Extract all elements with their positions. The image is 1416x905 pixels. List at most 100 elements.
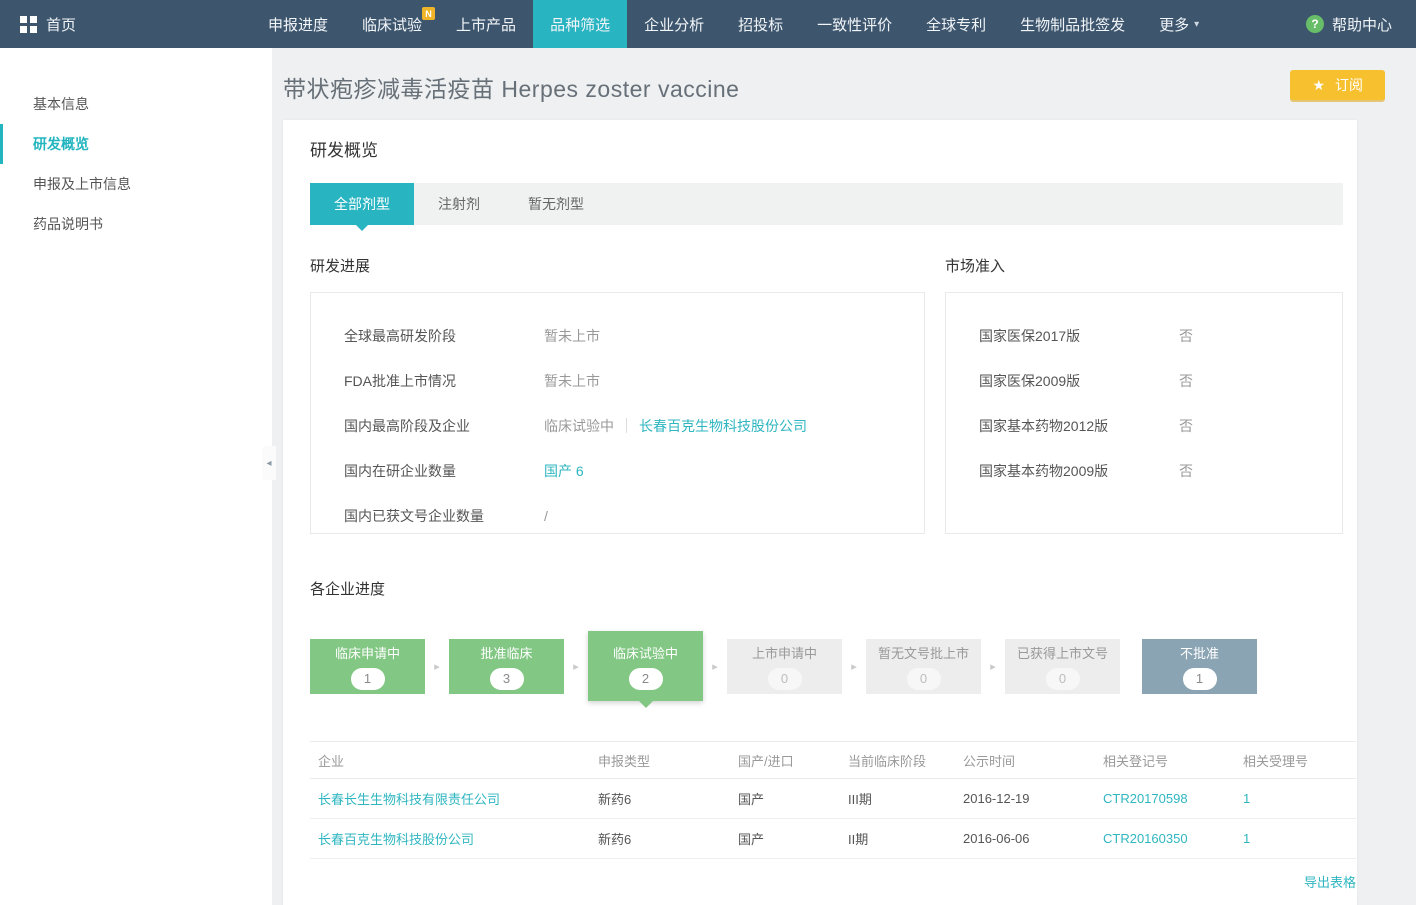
- info-row: 国内在研企业数量 国产 6: [311, 448, 924, 493]
- col-company: 企业: [310, 742, 590, 779]
- vertical-divider: [626, 418, 627, 433]
- stage-not-approved[interactable]: 不批准 1: [1142, 639, 1257, 694]
- tab-all-dosage-forms[interactable]: 全部剂型: [310, 183, 414, 225]
- stage-count: 3: [490, 668, 524, 690]
- dosage-form-tabs: 全部剂型 注射剂 暂无剂型: [310, 183, 1343, 225]
- cell-origin: 国产: [730, 779, 840, 819]
- sidebar-item-rd-overview[interactable]: 研发概览: [0, 124, 272, 164]
- main-content: 带状疱疹减毒活疫苗 Herpes zoster vaccine ★ 订阅 研发概…: [272, 48, 1416, 905]
- registration-no-link[interactable]: CTR20170598: [1103, 791, 1188, 806]
- export-table-link[interactable]: 导出表格: [1304, 875, 1356, 890]
- stage-count: 0: [768, 668, 802, 690]
- stage-count: 0: [1046, 668, 1080, 690]
- star-icon: ★: [1312, 77, 1325, 94]
- info-panels: 研发进展 全球最高研发阶段 暂未上市 FDA批准上市情况 暂未上市 国内最高阶段…: [310, 255, 1343, 534]
- rd-overview-card: 研发概览 全部剂型 注射剂 暂无剂型 研发进展 全球最高研发阶段 暂未上市: [283, 120, 1357, 905]
- rd-progress-box: 全球最高研发阶段 暂未上市 FDA批准上市情况 暂未上市 国内最高阶段及企业 临…: [310, 292, 925, 534]
- col-origin: 国产/进口: [730, 742, 840, 779]
- table-row: 长春长生生物科技有限责任公司 新药6 国产 III期 2016-12-19 CT…: [310, 779, 1356, 819]
- stage-count: 0: [907, 668, 941, 690]
- title-row: 带状疱疹减毒活疫苗 Herpes zoster vaccine ★ 订阅: [283, 70, 1385, 104]
- acceptance-no-link[interactable]: 1: [1243, 831, 1250, 846]
- cell-declaration-type: 新药6: [590, 779, 730, 819]
- company-link[interactable]: 长春长生生物科技有限责任公司: [318, 792, 500, 807]
- stage-listing-application[interactable]: 上市申请中 0: [727, 639, 842, 694]
- stage-arrow-icon: ▸: [425, 660, 449, 673]
- nav-item-global-patents[interactable]: 全球专利: [909, 0, 1003, 48]
- stage-license-obtained[interactable]: 已获得上市文号 0: [1005, 639, 1120, 694]
- page-title: 带状疱疹减毒活疫苗 Herpes zoster vaccine: [283, 70, 739, 104]
- cell-clinical-phase: II期: [840, 819, 955, 859]
- tab-no-dosage-form[interactable]: 暂无剂型: [504, 183, 608, 225]
- help-center[interactable]: ? 帮助中心: [1282, 0, 1416, 48]
- subscribe-label: 订阅: [1335, 75, 1363, 95]
- home-grid-icon: [20, 16, 37, 33]
- stage-in-clinical-trial[interactable]: 临床试验中 2: [588, 631, 703, 701]
- market-access-title: 市场准入: [945, 255, 1343, 276]
- section-title-rd-overview: 研发概览: [310, 136, 1343, 161]
- stage-arrow-icon: ▸: [842, 660, 866, 673]
- tab-injection[interactable]: 注射剂: [414, 183, 504, 225]
- info-row: 国家基本药物2009版 否: [946, 448, 1342, 493]
- cell-publish-date: 2016-12-19: [955, 779, 1095, 819]
- col-clinical-phase: 当前临床阶段: [840, 742, 955, 779]
- nav-item-more[interactable]: 更多 ▾: [1142, 0, 1216, 48]
- nav-item-bidding[interactable]: 招投标: [721, 0, 800, 48]
- cell-origin: 国产: [730, 819, 840, 859]
- info-row: 国家基本药物2012版 否: [946, 403, 1342, 448]
- nav-items: 申报进度 临床试验 N 上市产品 品种筛选 企业分析 招投标 一致性评价 全球专…: [251, 0, 1216, 48]
- top-nav: 首页 申报进度 临床试验 N 上市产品 品种筛选 企业分析 招投标 一致性评价 …: [0, 0, 1416, 48]
- page-layout: 基本信息 研发概览 申报及上市信息 药品说明书 ◂ 带状疱疹减毒活疫苗 Herp…: [0, 48, 1416, 905]
- stage-arrow-icon: ▸: [564, 660, 588, 673]
- nav-item-marketed-products[interactable]: 上市产品: [439, 0, 533, 48]
- market-access-box: 国家医保2017版 否 国家医保2009版 否 国家基本药物2012版 否: [945, 292, 1343, 534]
- table-row: 长春百克生物科技股份公司 新药6 国产 II期 2016-06-06 CTR20…: [310, 819, 1356, 859]
- nav-item-consistency-evaluation[interactable]: 一致性评价: [800, 0, 909, 48]
- nav-item-enterprise-analysis[interactable]: 企业分析: [627, 0, 721, 48]
- company-link[interactable]: 长春百克生物科技股份公司: [639, 416, 807, 436]
- nav-home[interactable]: 首页: [0, 0, 96, 48]
- sidebar-item-drug-instructions[interactable]: 药品说明书: [0, 204, 272, 244]
- subscribe-button[interactable]: ★ 订阅: [1290, 70, 1385, 100]
- company-progress-title: 各企业进度: [310, 578, 1343, 599]
- help-icon: ?: [1306, 15, 1324, 33]
- col-publish-date: 公示时间: [955, 742, 1095, 779]
- stage-approved-no-license[interactable]: 暂无文号批上市 0: [866, 639, 981, 694]
- sidebar: 基本信息 研发概览 申报及上市信息 药品说明书: [0, 48, 272, 905]
- sidebar-collapse-handle[interactable]: ◂: [262, 446, 276, 480]
- market-access-panel: 市场准入 国家医保2017版 否 国家医保2009版 否 国家基本药物2012版: [945, 255, 1343, 534]
- cell-declaration-type: 新药6: [590, 819, 730, 859]
- nav-item-clinical-trials[interactable]: 临床试验 N: [345, 0, 439, 48]
- col-declaration-type: 申报类型: [590, 742, 730, 779]
- sidebar-item-declaration-listing-info[interactable]: 申报及上市信息: [0, 164, 272, 204]
- help-center-label: 帮助中心: [1332, 14, 1392, 35]
- stage-clinical-application[interactable]: 临床申请中 1: [310, 639, 425, 694]
- acceptance-no-link[interactable]: 1: [1243, 791, 1250, 806]
- stage-arrow-icon: ▸: [703, 660, 727, 673]
- stage-arrow-icon: ▸: [981, 660, 1005, 673]
- collapse-arrow-icon: ◂: [266, 458, 271, 469]
- stage-count: 1: [1183, 668, 1217, 690]
- nav-item-biologics-batch-release[interactable]: 生物制品批签发: [1003, 0, 1142, 48]
- table-header-row: 企业 申报类型 国产/进口 当前临床阶段 公示时间 相关登记号 相关受理号: [310, 742, 1356, 779]
- new-badge: N: [422, 7, 435, 20]
- info-row: 全球最高研发阶段 暂未上市: [311, 313, 924, 358]
- nav-item-declaration-progress[interactable]: 申报进度: [251, 0, 345, 48]
- nav-item-variety-screening[interactable]: 品种筛选: [533, 0, 627, 48]
- chevron-down-icon: ▾: [1194, 19, 1199, 30]
- cell-publish-date: 2016-06-06: [955, 819, 1095, 859]
- domestic-count-link[interactable]: 国产 6: [544, 461, 584, 481]
- company-progress-table: 企业 申报类型 国产/进口 当前临床阶段 公示时间 相关登记号 相关受理号 长春…: [310, 741, 1356, 859]
- info-row: 国家医保2017版 否: [946, 313, 1342, 358]
- registration-no-link[interactable]: CTR20160350: [1103, 831, 1188, 846]
- rd-progress-panel: 研发进展 全球最高研发阶段 暂未上市 FDA批准上市情况 暂未上市 国内最高阶段…: [310, 255, 925, 534]
- info-row: 国内最高阶段及企业 临床试验中 长春百克生物科技股份公司: [311, 403, 924, 448]
- stage-clinical-approved[interactable]: 批准临床 3: [449, 639, 564, 694]
- cell-clinical-phase: III期: [840, 779, 955, 819]
- col-registration-no: 相关登记号: [1095, 742, 1235, 779]
- info-row: 国家医保2009版 否: [946, 358, 1342, 403]
- sidebar-item-basic-info[interactable]: 基本信息: [0, 84, 272, 124]
- company-link[interactable]: 长春百克生物科技股份公司: [318, 832, 474, 847]
- info-row: 国内已获文号企业数量 /: [311, 493, 924, 538]
- info-row: FDA批准上市情况 暂未上市: [311, 358, 924, 403]
